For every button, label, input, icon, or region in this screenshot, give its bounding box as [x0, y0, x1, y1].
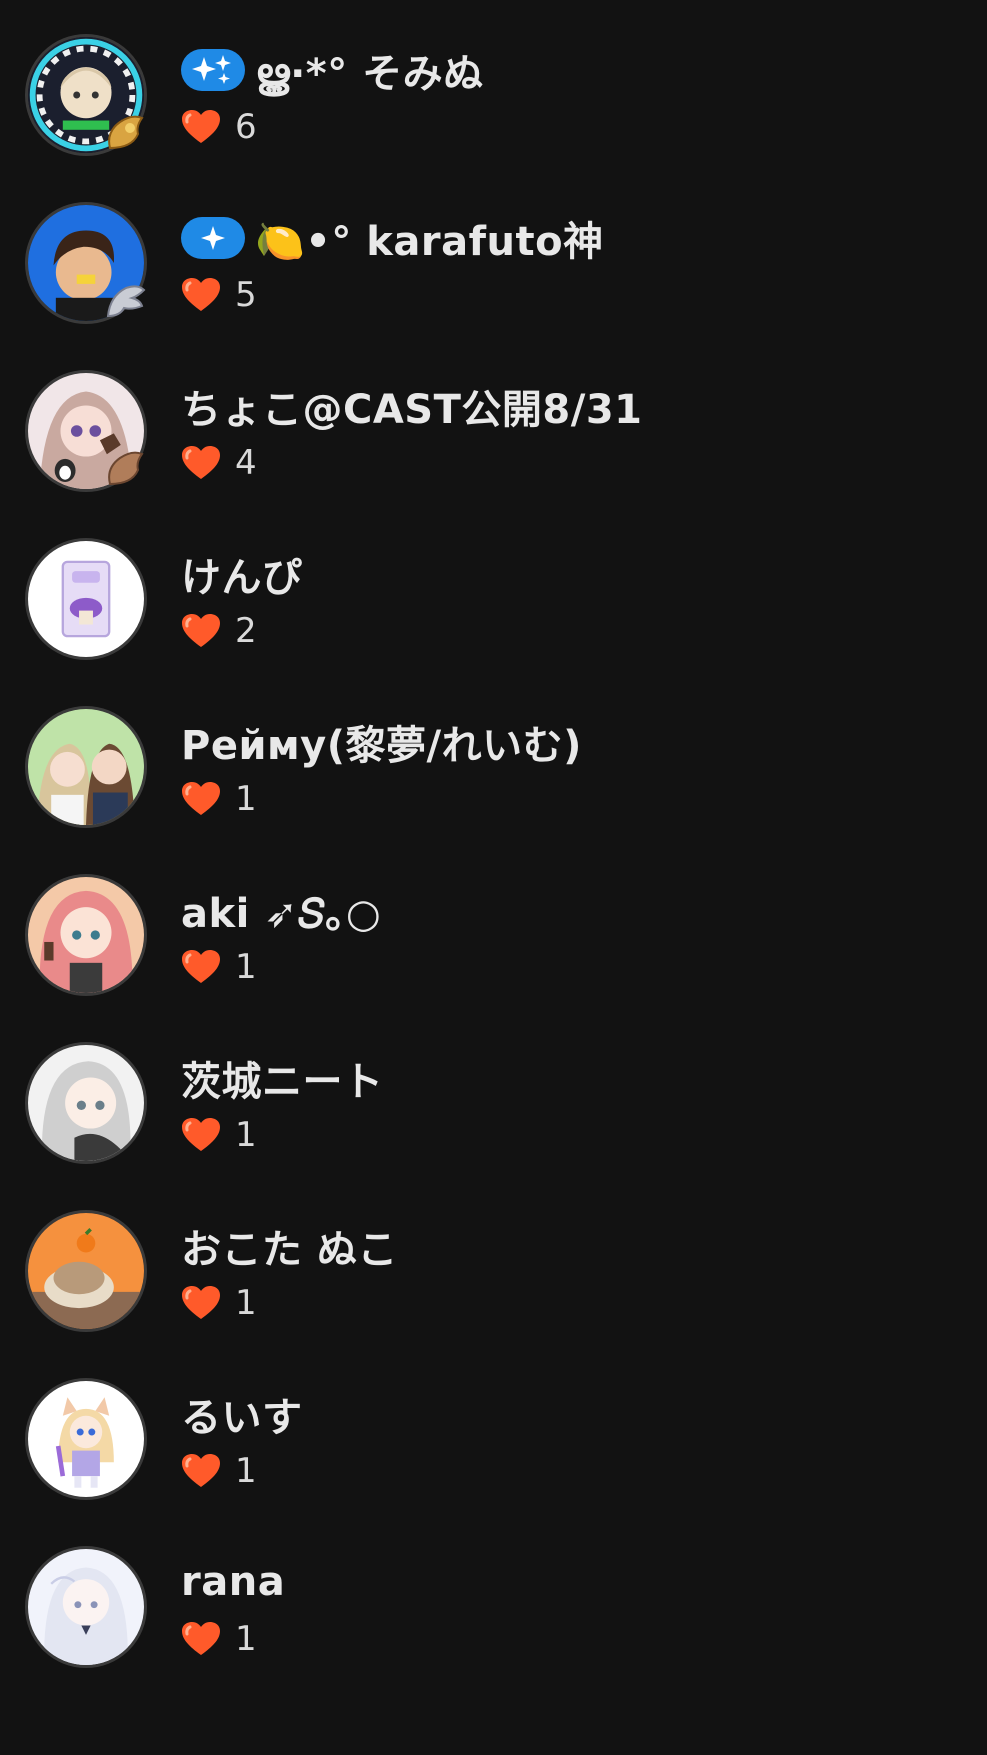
like-count: 1 [235, 1619, 257, 1659]
list-item[interactable]: Рейму(黎夢/れいむ) 1 [0, 672, 987, 840]
bronze-frame-icon [108, 451, 144, 486]
like-count: 1 [235, 1283, 257, 1323]
sparkles-badge-icon [181, 49, 245, 91]
avatar[interactable] [25, 1042, 147, 1164]
user-name[interactable]: るいす [181, 1385, 303, 1443]
avatar[interactable] [25, 538, 147, 660]
heart-icon [182, 614, 220, 647]
list-item[interactable]: るいす 1 [0, 1344, 987, 1512]
heart-icon [182, 1286, 220, 1319]
user-name[interactable]: 茨城ニート [181, 1049, 384, 1107]
like-count: 1 [235, 779, 257, 819]
heart-icon [182, 782, 220, 815]
list-item[interactable]: ちょこ@CAST公開8/31 4 [0, 336, 987, 504]
user-name[interactable]: aki ➶𝑆｡○ [181, 881, 381, 939]
user-name[interactable]: おこた ぬこ [181, 1217, 398, 1275]
list-item[interactable]: けんぴ 2 [0, 504, 987, 672]
user-name[interactable]: ちょこ@CAST公開8/31 [181, 377, 643, 435]
like-count: 2 [235, 611, 257, 651]
heart-icon [182, 1118, 220, 1151]
like-count: 5 [235, 275, 257, 315]
avatar[interactable] [25, 706, 147, 828]
gold-frame-icon [108, 115, 144, 150]
avatar[interactable] [25, 1546, 147, 1668]
list-item[interactable]: rana 1 [0, 1512, 987, 1680]
user-name[interactable]: 🍋•° karafuto神 [255, 209, 604, 267]
user-name[interactable]: けんぴ [181, 545, 303, 603]
list-item[interactable]: 🍋•° karafuto神 5 [0, 168, 987, 336]
sparkle-badge-icon [181, 217, 245, 259]
heart-icon [182, 1622, 220, 1655]
user-name[interactable]: Рейму(黎夢/れいむ) [181, 713, 582, 771]
avatar[interactable] [25, 1378, 147, 1500]
avatar[interactable] [25, 874, 147, 996]
list-item[interactable]: ൠ·*° そみぬ 6 [0, 0, 987, 168]
like-count: 6 [235, 107, 257, 147]
like-count: 1 [235, 1451, 257, 1491]
list-item[interactable]: aki ➶𝑆｡○ 1 [0, 840, 987, 1008]
heart-icon [182, 446, 220, 479]
user-name[interactable]: ൠ·*° そみぬ [255, 41, 484, 99]
list-item[interactable]: 茨城ニート 1 [0, 1008, 987, 1176]
user-name[interactable]: rana [181, 1559, 285, 1605]
heart-icon [182, 950, 220, 983]
wing-frame-icon [106, 285, 146, 318]
like-count: 1 [235, 1115, 257, 1155]
heart-icon [182, 110, 220, 143]
heart-icon [182, 1454, 220, 1487]
like-count: 4 [235, 443, 257, 483]
avatar[interactable] [25, 1210, 147, 1332]
liker-list: ൠ·*° そみぬ 6 🍋•° karafuto神 5 ちょこ@CAST公開8/3… [0, 0, 987, 1680]
like-count: 1 [235, 947, 257, 987]
list-item[interactable]: おこた ぬこ 1 [0, 1176, 987, 1344]
heart-icon [182, 278, 220, 311]
